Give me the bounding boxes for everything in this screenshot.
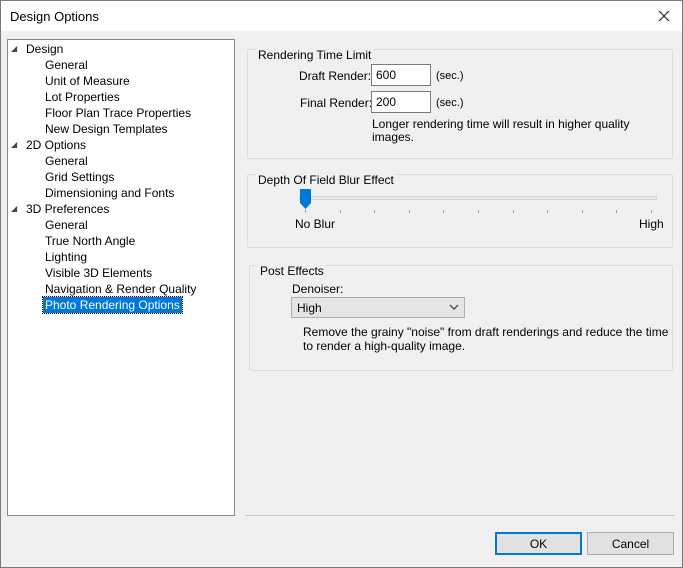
final-render-label: Final Render: xyxy=(300,96,373,110)
tree-item-label: Design xyxy=(26,42,64,56)
slider-tick xyxy=(616,210,618,213)
options-tree[interactable]: ◢ Design General Unit of Measure Lot Propert… xyxy=(7,39,235,516)
chevron-down-icon xyxy=(449,304,459,310)
tree-item-label: Unit of Measure xyxy=(45,74,130,88)
tree-item[interactable]: General xyxy=(43,57,90,73)
tree-item[interactable]: Lot Properties xyxy=(43,89,122,105)
slider-tick xyxy=(547,210,549,213)
slider-tick xyxy=(512,210,514,213)
draft-render-input[interactable]: 600 xyxy=(371,64,431,86)
tree-item[interactable]: Floor Plan Trace Properties xyxy=(43,105,193,121)
title-bar: Design Options xyxy=(1,1,682,31)
denoiser-select[interactable]: High xyxy=(291,297,465,318)
tree-item[interactable]: Navigation & Render Quality xyxy=(43,281,198,297)
slider-tick xyxy=(339,210,341,213)
tree-item-label: Lighting xyxy=(45,250,88,264)
tree-item-label: Navigation & Render Quality xyxy=(45,282,197,296)
tree-group-item[interactable]: ◢ 3D Preferences xyxy=(11,201,111,217)
tree-item[interactable]: General xyxy=(43,217,90,233)
slider-tick xyxy=(478,210,479,213)
blur-min-label: No Blur xyxy=(295,217,336,231)
tree-item-label: General xyxy=(45,154,88,168)
tree-item-label: General xyxy=(45,58,88,72)
tree-item-label: General xyxy=(45,218,88,232)
tree-item[interactable]: True North Angle xyxy=(43,233,137,249)
close-button[interactable] xyxy=(646,1,682,31)
slider-tick xyxy=(305,210,306,213)
final-render-unit: (sec.) xyxy=(436,97,464,109)
tree-item-label: 3D Preferences xyxy=(26,202,110,216)
cancel-button[interactable]: Cancel xyxy=(587,532,674,555)
denoiser-note-line1: Remove the grainy "noise" from draft ren… xyxy=(303,325,669,339)
rendering-time-note-line1: Longer rendering time will result in hig… xyxy=(372,117,630,131)
tree-item[interactable]: Unit of Measure xyxy=(43,73,132,89)
tree-item[interactable]: Visible 3D Elements xyxy=(43,265,154,281)
tree-item-label: New Design Templates xyxy=(45,122,168,136)
expand-arrow-icon[interactable]: ◢ xyxy=(11,41,17,57)
slider-tick xyxy=(443,210,445,213)
tree-item[interactable]: Grid Settings xyxy=(43,169,116,185)
blur-slider-thumb[interactable] xyxy=(300,189,311,209)
slider-tick xyxy=(374,210,376,213)
tree-item-label: Dimensioning and Fonts xyxy=(45,186,175,200)
slider-tick xyxy=(651,210,652,213)
bottom-separator xyxy=(245,515,675,516)
expand-arrow-icon[interactable]: ◢ xyxy=(11,137,17,153)
tree-item-label: 2D Options xyxy=(26,138,87,152)
blur-max-label: High xyxy=(639,217,664,231)
tree-item-label: Visible 3D Elements xyxy=(45,266,153,280)
design-options-dialog: Design Options ◢ Design General Unit of Mea… xyxy=(0,0,683,568)
tree-item[interactable]: New Design Templates xyxy=(43,121,170,137)
tree-item-label: Grid Settings xyxy=(45,170,115,184)
tree-item[interactable]: Lighting xyxy=(43,249,89,265)
denoiser-label: Denoiser: xyxy=(292,282,344,296)
expand-arrow-icon[interactable]: ◢ xyxy=(11,201,17,217)
draft-render-unit: (sec.) xyxy=(436,70,464,82)
final-render-input[interactable]: 200 xyxy=(371,91,431,113)
post-effects-group: Post Effects xyxy=(249,264,673,371)
tree-item[interactable]: General xyxy=(43,153,90,169)
tree-group-item[interactable]: ◢ 2D Options xyxy=(11,137,88,153)
rendering-time-title: Rendering Time Limit xyxy=(256,48,374,62)
close-icon xyxy=(658,10,670,22)
slider-tick xyxy=(581,210,583,213)
ok-button[interactable]: OK xyxy=(495,532,582,555)
tree-group-item[interactable]: ◢ Design xyxy=(11,41,65,57)
depth-of-field-title: Depth Of Field Blur Effect xyxy=(256,173,396,187)
rendering-time-note-line2: images. xyxy=(372,130,415,144)
denoiser-note-line2: to render a high-quality image. xyxy=(303,339,466,353)
blur-slider-track[interactable] xyxy=(299,196,657,200)
tree-item-label: Lot Properties xyxy=(45,90,120,104)
depth-of-field-group: Depth Of Field Blur Effect xyxy=(247,173,673,248)
tree-item-label: True North Angle xyxy=(45,234,136,248)
tree-item-label: Floor Plan Trace Properties xyxy=(45,106,192,120)
tree-item[interactable]: Dimensioning and Fonts xyxy=(43,185,176,201)
post-effects-title: Post Effects xyxy=(258,264,326,278)
tree-item-label: Photo Rendering Options xyxy=(42,296,183,314)
draft-render-label: Draft Render: xyxy=(299,69,372,83)
dialog-title: Design Options xyxy=(10,9,99,24)
slider-tick xyxy=(408,210,410,213)
tree-item[interactable]: Photo Rendering Options xyxy=(42,296,183,314)
denoiser-value: High xyxy=(297,301,322,315)
